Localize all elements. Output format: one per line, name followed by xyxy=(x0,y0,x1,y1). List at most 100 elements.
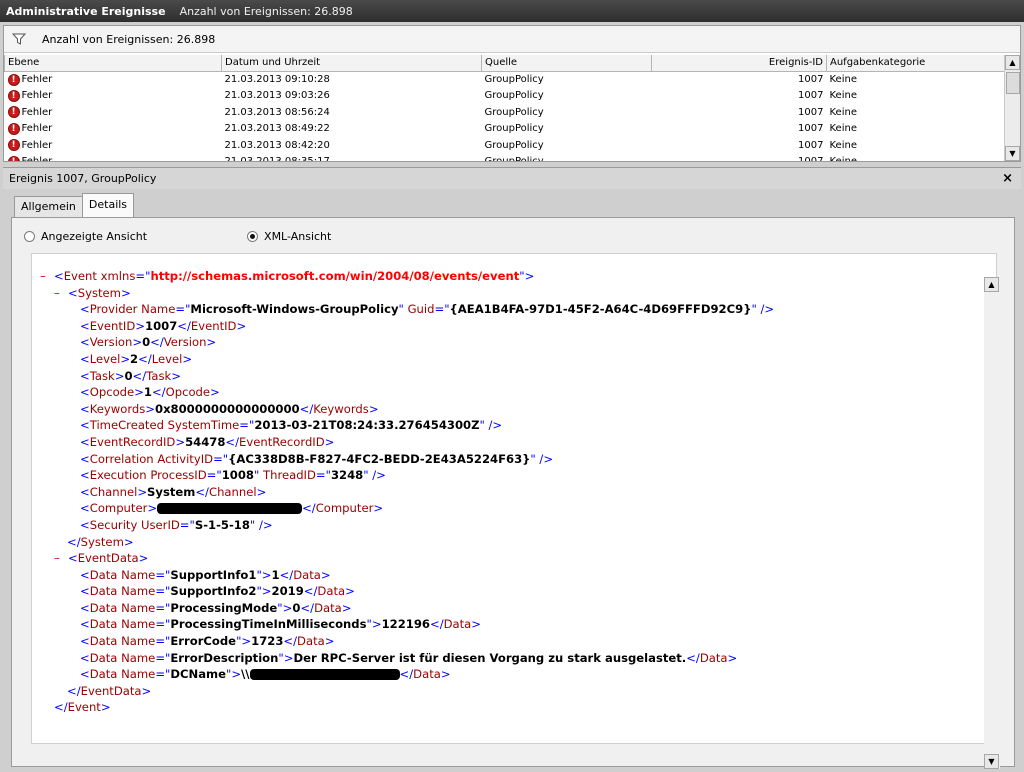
filter-icon[interactable] xyxy=(12,33,26,45)
table-row[interactable]: ! Fehler 21.03.2013 09:03:26 GroupPolicy 100… xyxy=(5,88,1005,105)
xml-system-open: – <System> xyxy=(54,285,131,302)
xml-data-item: <Data Name="SupportInfo1">1</Data> xyxy=(80,567,331,582)
cell-category: Keine xyxy=(827,154,1005,161)
level-text: Fehler xyxy=(21,74,53,85)
scroll-down-button[interactable]: ▼ xyxy=(1005,146,1020,161)
cell-event-id: 1007 xyxy=(798,123,824,135)
xml-level: <Level>2</Level> xyxy=(80,351,193,366)
error-icon: ! xyxy=(7,106,20,119)
cell-source: GroupPolicy xyxy=(484,139,544,151)
radio-friendly-label: Angezeigte Ansicht xyxy=(41,230,148,243)
cell-category: Keine xyxy=(829,123,857,135)
table-header: Ebene Datum und Uhrzeit Quelle Ereignis-… xyxy=(4,55,1004,72)
filter-bar: Anzahl von Ereignissen: 26.898 xyxy=(4,26,1020,53)
radio-button[interactable] xyxy=(24,231,35,242)
xml-scrollbar[interactable]: ▲ ▼ xyxy=(984,277,1000,769)
collapse-icon[interactable]: – xyxy=(54,285,68,302)
filter-label: Anzahl von Ereignissen: 26.898 xyxy=(42,32,216,46)
xml-system-close: </System> xyxy=(67,534,134,549)
cell-category: Keine xyxy=(829,139,857,151)
xml-provider: <Provider Name="Microsoft-Windows-GroupP… xyxy=(80,302,775,317)
cell-date: 21.03.2013 09:03:26 xyxy=(224,90,330,102)
cell-level: !Fehler xyxy=(5,137,222,154)
cell-level: !Fehler xyxy=(5,88,222,105)
xml-content: – <Event xmlns="http://schemas.microsoft.… xyxy=(40,268,774,716)
level-text: Fehler xyxy=(21,106,53,118)
table-row[interactable]: ! Fehler 21.03.2013 08:56:24 GroupPolicy 100… xyxy=(5,104,1005,121)
error-icon: ! xyxy=(7,139,20,152)
close-icon[interactable]: × xyxy=(1002,171,1013,186)
tab-details[interactable]: Details xyxy=(81,193,135,217)
cell-source: GroupPolicy xyxy=(482,154,652,161)
column-header-event-id[interactable]: Ereignis-ID xyxy=(651,55,827,72)
cell-date: 21.03.2013 08:35:17 xyxy=(222,154,482,161)
xml-execution: <Execution ProcessID="1008" ThreadID="32… xyxy=(80,468,386,483)
collapse-icon[interactable]: – xyxy=(40,268,54,285)
column-header-category[interactable]: Aufgabenkategorie xyxy=(826,55,1004,72)
column-header-level[interactable]: Ebene xyxy=(4,55,222,72)
cell-level: !Fehler xyxy=(5,71,222,88)
xml-channel: <Channel>System</Channel> xyxy=(80,484,267,499)
event-list-panel: Anzahl von Ereignissen: 26.898 Ebene Dat… xyxy=(3,25,1021,162)
cell-category: Keine xyxy=(829,74,857,85)
cell-source: GroupPolicy xyxy=(484,74,544,85)
level-text: Fehler xyxy=(21,123,53,135)
scroll-thumb[interactable] xyxy=(1006,72,1020,94)
main-area: Anzahl von Ereignissen: 26.898 Ebene Dat… xyxy=(0,22,1024,772)
event-detail-title: Ereignis 1007, GroupPolicy xyxy=(9,172,157,185)
error-icon: ! xyxy=(7,89,20,102)
xml-opcode: <Opcode>1</Opcode> xyxy=(80,385,220,400)
xml-data-item: <Data Name="ProcessingTimeInMilliseconds… xyxy=(80,617,482,632)
xml-view: – <Event xmlns="http://schemas.microsoft.… xyxy=(31,253,997,744)
cell-event-id: 1007 xyxy=(798,106,824,118)
xml-data-item: <Data Name="ProcessingMode">0</Data> xyxy=(80,600,352,615)
cell-source: GroupPolicy xyxy=(484,90,544,102)
xml-data-item: <Data Name="ErrorDescription">Der RPC-Se… xyxy=(80,650,738,665)
xml-event-close: </Event> xyxy=(54,700,111,715)
tab-general[interactable]: Allgemein xyxy=(14,196,83,217)
cell-event-id: 1007 xyxy=(798,90,824,102)
xml-event-open: – <Event xmlns="http://schemas.microsoft.… xyxy=(40,268,535,285)
event-detail-header: Ereignis 1007, GroupPolicy × xyxy=(3,167,1021,189)
error-icon: ! xyxy=(7,122,20,135)
cell-source: GroupPolicy xyxy=(484,123,544,135)
cell-date: 21.03.2013 09:10:28 xyxy=(224,74,330,85)
view-mode-radios: Angezeigte Ansicht XML-Ansicht xyxy=(24,230,331,243)
level-text: Fehler xyxy=(21,90,53,102)
scroll-up-button[interactable]: ▲ xyxy=(984,277,999,292)
cell-level: !Fehler xyxy=(5,104,222,121)
xml-data-item: <Data Name="DCName">\\ </Data> xyxy=(80,667,451,682)
radio-xml-label: XML-Ansicht xyxy=(264,230,332,243)
cell-level: !Fehler xyxy=(5,154,222,161)
cell-level: !Fehler xyxy=(5,121,222,138)
table-row[interactable]: !Fehler21.03.2013 08:35:17GroupPolicy100… xyxy=(5,154,1005,161)
xml-eventid: <EventID>1007</EventID> xyxy=(80,318,247,333)
xml-correlation: <Correlation ActivityID="{AC338D8B-F827-… xyxy=(80,451,554,466)
column-header-source[interactable]: Quelle xyxy=(481,55,652,72)
xml-eventdata-open: – <EventData> xyxy=(54,550,149,567)
window-title: Administrative Ereignisse xyxy=(6,4,166,18)
radio-friendly-view[interactable]: Angezeigte Ansicht xyxy=(24,230,147,243)
scroll-down-button[interactable]: ▼ xyxy=(984,754,999,769)
radio-button-selected[interactable] xyxy=(247,231,259,242)
cell-date: 21.03.2013 08:56:24 xyxy=(224,106,330,118)
cell-event-id: 1007 xyxy=(652,154,827,161)
scroll-up-button[interactable]: ▲ xyxy=(1005,55,1020,70)
event-count-title: Anzahl von Ereignissen: 26.898 xyxy=(179,4,353,18)
cell-event-id: 1007 xyxy=(798,139,824,151)
event-table: Ebene Datum und Uhrzeit Quelle Ereignis-… xyxy=(4,55,1004,161)
detail-tabs: Allgemein Details xyxy=(14,193,135,217)
details-tab-panel: Angezeigte Ansicht XML-Ansicht – <Event x… xyxy=(11,217,1015,769)
table-row[interactable]: ! Fehler 21.03.2013 08:49:22 GroupPolicy 100… xyxy=(5,121,1005,138)
error-icon: ! xyxy=(7,73,20,86)
event-list-scrollbar[interactable]: ▲ ▼ xyxy=(1004,55,1020,161)
xml-data-item: <Data Name="SupportInfo2">2019</Data> xyxy=(80,584,355,599)
xml-timecreated: <TimeCreated SystemTime="2013-03-21T08:2… xyxy=(80,418,503,433)
table-row[interactable]: ! Fehler 21.03.2013 09:10:28 GroupPolicy 100… xyxy=(5,71,1005,88)
xml-computer: <Computer> </Computer> xyxy=(80,501,384,516)
radio-xml-view[interactable]: XML-Ansicht xyxy=(247,230,331,243)
table-row[interactable]: ! Fehler 21.03.2013 08:42:20 GroupPolicy 100… xyxy=(5,137,1005,154)
column-header-date[interactable]: Datum und Uhrzeit xyxy=(221,55,482,72)
collapse-icon[interactable]: – xyxy=(54,550,68,567)
xml-task: <Task>0</Task> xyxy=(80,368,181,383)
